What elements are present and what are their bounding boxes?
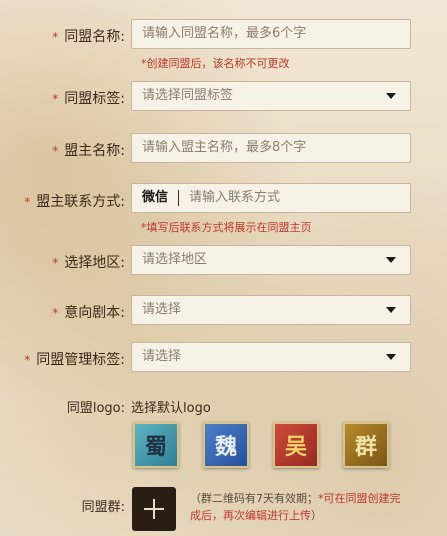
divider bbox=[178, 189, 180, 206]
alliance-tag-placeholder: 请选择同盟标签 bbox=[142, 88, 234, 103]
script-label: * 意向剧本: bbox=[52, 305, 125, 321]
plus-icon bbox=[144, 499, 164, 519]
contact-input[interactable]: 微信 请输入联系方式 bbox=[131, 183, 411, 213]
logo-sub-label: 选择默认logo bbox=[131, 401, 211, 416]
logo-option-qun[interactable]: 群 bbox=[343, 422, 389, 468]
chevron-down-icon bbox=[386, 307, 396, 313]
upload-qr-button[interactable] bbox=[132, 487, 176, 531]
alliance-tag-select[interactable]: 请选择同盟标签 bbox=[131, 81, 411, 111]
mgmt-tag-label: * 同盟管理标签: bbox=[24, 352, 125, 368]
leader-name-placeholder: 请输入盟主名称，最多8个字 bbox=[142, 140, 307, 155]
region-placeholder: 请选择地区 bbox=[142, 252, 208, 267]
alliance-name-hint: *创建同盟后，该名称不可更改 bbox=[141, 57, 290, 70]
logo-option-shu[interactable]: 蜀 bbox=[133, 422, 179, 468]
chevron-down-icon bbox=[386, 354, 396, 360]
logo-option-wei[interactable]: 魏 bbox=[203, 422, 249, 468]
region-label: * 选择地区: bbox=[52, 255, 125, 271]
alliance-name-placeholder: 请输入同盟名称，最多6个字 bbox=[142, 26, 307, 41]
contact-type-prefix[interactable]: 微信 bbox=[142, 190, 168, 205]
alliance-name-label: * 同盟名称: bbox=[52, 29, 125, 45]
chevron-down-icon bbox=[386, 93, 396, 99]
mgmt-tag-placeholder: 请选择 bbox=[142, 349, 182, 364]
chevron-down-icon bbox=[386, 257, 396, 263]
qr-note: （群二维码有7天有效期；*可在同盟创建完成后，再次编辑进行上传） bbox=[190, 492, 401, 522]
alliance-name-input[interactable]: 请输入同盟名称，最多6个字 bbox=[131, 19, 411, 49]
script-placeholder: 请选择 bbox=[142, 302, 182, 317]
alliance-tag-label: * 同盟标签: bbox=[52, 91, 125, 107]
contact-label: * 盟主联系方式: bbox=[24, 194, 125, 210]
contact-hint: *填写后联系方式将展示在同盟主页 bbox=[141, 221, 312, 234]
leader-name-label: * 盟主名称: bbox=[52, 143, 125, 159]
leader-name-input[interactable]: 请输入盟主名称，最多8个字 bbox=[131, 133, 411, 163]
region-select[interactable]: 请选择地区 bbox=[131, 245, 411, 275]
script-select[interactable]: 请选择 bbox=[131, 295, 411, 325]
logo-label: 同盟logo: bbox=[66, 401, 125, 416]
contact-placeholder: 请输入联系方式 bbox=[189, 190, 281, 205]
mgmt-tag-select[interactable]: 请选择 bbox=[131, 342, 411, 372]
logo-option-wu[interactable]: 吴 bbox=[273, 422, 319, 468]
required-mark: * bbox=[52, 30, 59, 44]
group-label: 同盟群: bbox=[81, 500, 125, 515]
